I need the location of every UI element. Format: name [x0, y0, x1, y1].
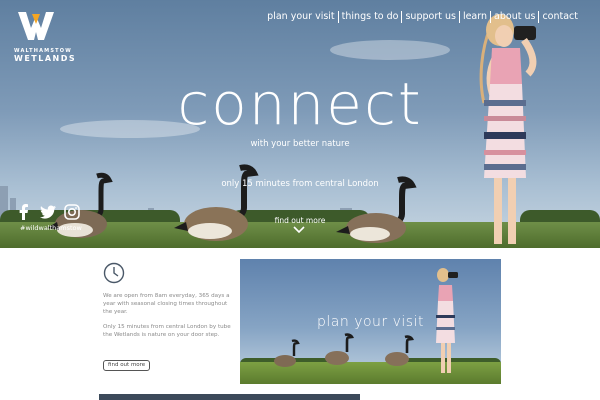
nav-item-contact[interactable]: contact [539, 11, 581, 23]
hero-tagline: with your better nature [250, 139, 350, 149]
goose-image [385, 335, 414, 366]
instagram-icon[interactable] [64, 204, 80, 220]
find-out-more-button[interactable]: find out more [103, 360, 151, 371]
nav-item-learn[interactable]: learn [460, 11, 492, 23]
twitter-icon[interactable] [40, 204, 56, 220]
social-hashtag[interactable]: #wildwalthamstow [20, 224, 82, 232]
goose-image [174, 164, 259, 241]
nav-item-support-us[interactable]: support us [402, 11, 460, 23]
location-text: Only 15 minutes from central London by t… [103, 324, 231, 338]
nav-item-things-to-do[interactable]: things to do [339, 11, 403, 23]
social-links [16, 204, 80, 220]
logo-line-2: WETLANDS [14, 54, 77, 63]
goose-image [274, 339, 300, 367]
hero-subline: only 15 minutes from central London [221, 179, 379, 189]
goose-image [325, 333, 354, 365]
wetlands-w-logo-icon [18, 12, 54, 40]
facebook-icon[interactable] [16, 204, 32, 220]
plan-your-visit-card[interactable]: plan your visit [240, 259, 501, 384]
chevron-down-icon[interactable] [292, 225, 306, 235]
next-section-image-edge [99, 394, 360, 400]
card-title: plan your visit [317, 314, 424, 330]
hero-headline: connect [177, 70, 423, 138]
opening-info: We are open from 8am everyday, 365 days … [103, 292, 231, 346]
nav-item-plan-your-visit[interactable]: plan your visit [264, 11, 339, 23]
site-logo[interactable]: WALTHAMSTOW WETLANDS [14, 10, 77, 63]
hero-find-out-more-link[interactable]: find out more [0, 216, 600, 225]
main-nav: plan your visit things to do support us … [264, 11, 581, 23]
opening-hours-text: We are open from 8am everyday, 365 days … [103, 293, 230, 315]
cloud [330, 40, 450, 60]
nav-item-about-us[interactable]: about us [491, 11, 540, 23]
clock-icon [103, 262, 125, 284]
